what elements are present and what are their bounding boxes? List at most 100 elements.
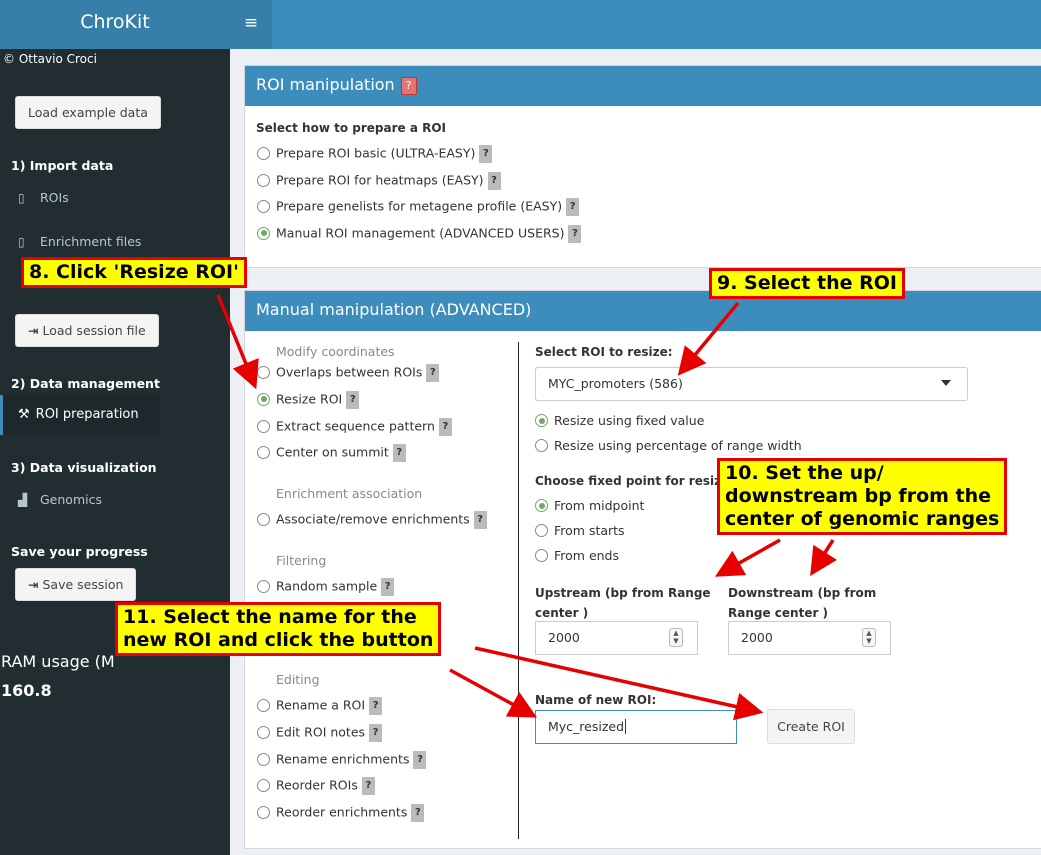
select-roi-label: Select ROI to resize: [535, 345, 673, 359]
action-reorder-enrichments[interactable]: Reorder enrichments? [257, 804, 425, 822]
roi-manipulation-box: ROI manipulation? Select how to prepare … [244, 65, 1041, 268]
spinner-icon[interactable]: ▲ ▼ [669, 628, 683, 647]
resize-mode-percentage[interactable]: Resize using percentage of range width [535, 438, 802, 453]
ram-usage-value: 160.8 [1, 681, 52, 700]
text-cursor [625, 719, 627, 734]
help-icon[interactable]: ? [346, 391, 360, 409]
downstream-value: 2000 [741, 630, 773, 645]
radio-icon [257, 698, 270, 712]
action-rename-roi[interactable]: Rename a ROI? [257, 697, 383, 715]
radio-label: Resize using percentage of range width [554, 438, 802, 453]
radio-icon [257, 752, 270, 766]
help-icon[interactable]: ? [381, 578, 395, 596]
upstream-input[interactable]: 2000 ▲ ▼ [535, 621, 698, 655]
help-icon[interactable]: ? [487, 172, 501, 190]
radio-option-genelists[interactable]: Prepare genelists for metagene profile (… [257, 198, 580, 216]
sidebar-item-enrichment[interactable]: ▯ Enrichment files [18, 234, 141, 249]
radio-icon [535, 439, 548, 452]
radio-option-manual[interactable]: Manual ROI management (ADVANCED USERS)? [257, 225, 582, 243]
radio-label: Edit ROI notes [276, 724, 366, 740]
help-icon[interactable]: ? [361, 777, 375, 795]
radio-icon [257, 365, 270, 379]
callout-step-9: 9. Select the ROI [709, 268, 905, 299]
radio-label: Manual ROI management (ADVANCED USERS) [276, 225, 565, 241]
radio-label: Extract sequence pattern [276, 418, 435, 434]
radio-label: Prepare ROI basic (ULTRA-EASY) [276, 145, 476, 161]
help-icon[interactable]: ? [568, 225, 582, 243]
help-icon[interactable]: ? [566, 198, 580, 216]
create-roi-button[interactable]: Create ROI [767, 709, 855, 744]
action-overlaps[interactable]: Overlaps between ROIs? [257, 364, 440, 382]
sidebar: © Ottavio Croci Load example data 1) Imp… [0, 49, 230, 855]
radio-icon [257, 419, 270, 433]
sidebar-item-roi-preparation[interactable]: ⚒ ROI preparation [0, 395, 160, 435]
help-icon[interactable]: ? [392, 444, 406, 462]
radio-option-basic[interactable]: Prepare ROI basic (ULTRA-EASY)? [257, 145, 493, 163]
radio-icon [257, 146, 270, 160]
downstream-label-line2: Range center ) [728, 606, 829, 620]
radio-label: Center on summit [276, 444, 389, 460]
roi-select[interactable]: MYC_promoters (586) [535, 367, 968, 401]
radio-icon [257, 805, 270, 819]
app-logo[interactable]: ChroKit [0, 0, 230, 49]
radio-icon [257, 445, 270, 459]
radio-icon [257, 226, 270, 240]
action-reorder-rois[interactable]: Reorder ROIs? [257, 777, 375, 795]
spinner-icon[interactable]: ▲ ▼ [862, 628, 876, 647]
radio-icon [535, 414, 548, 427]
hamburger-icon[interactable]: ≡ [230, 0, 272, 49]
action-extract[interactable]: Extract sequence pattern? [257, 418, 452, 436]
help-icon[interactable]: ? [426, 364, 440, 382]
upstream-label-line1: Upstream (bp from Range [535, 586, 711, 600]
action-center[interactable]: Center on summit? [257, 444, 406, 462]
action-resize[interactable]: Resize ROI? [257, 391, 360, 409]
help-icon[interactable]: ? [411, 804, 425, 822]
radio-label: Resize using fixed value [554, 413, 705, 428]
fixed-point-starts[interactable]: From starts [535, 523, 625, 538]
radio-label: Prepare ROI for heatmaps (EASY) [276, 172, 484, 188]
save-session-button[interactable]: ⇥ Save session [15, 568, 137, 601]
radio-icon [535, 549, 548, 562]
action-random-sample[interactable]: Random sample? [257, 578, 395, 596]
radio-icon [257, 778, 270, 792]
load-example-button[interactable]: Load example data [15, 96, 161, 129]
radio-label: Prepare genelists for metagene profile (… [276, 198, 563, 214]
radio-label: Reorder ROIs [276, 777, 358, 793]
action-associate[interactable]: Associate/remove enrichments? [257, 511, 487, 529]
radio-label: Random sample [276, 578, 378, 594]
help-icon[interactable]: ? [473, 511, 487, 529]
radio-option-heatmaps[interactable]: Prepare ROI for heatmaps (EASY)? [257, 172, 501, 190]
downstream-input[interactable]: 2000 ▲ ▼ [728, 621, 891, 655]
ram-usage-label: RAM usage (M [1, 652, 115, 671]
sidebar-item-genomics[interactable]: ▟ Genomics [18, 492, 102, 507]
help-icon[interactable]: ? [413, 751, 427, 769]
box-title: Manual manipulation (ADVANCED) [256, 300, 532, 319]
new-roi-name-input[interactable]: Myc_resized [535, 710, 737, 744]
box-header: ROI manipulation? [245, 66, 1041, 106]
help-icon[interactable]: ? [400, 76, 417, 95]
download-icon: ⇥ [28, 577, 39, 592]
callout-step-10: 10. Set the up/ downstream bp from the c… [717, 458, 1008, 535]
action-rename-enrichments[interactable]: Rename enrichments? [257, 751, 427, 769]
help-icon[interactable]: ? [369, 697, 383, 715]
load-session-button[interactable]: ⇥ Load session file [15, 314, 159, 347]
fixed-point-ends[interactable]: From ends [535, 548, 619, 563]
prepare-prompt: Select how to prepare a ROI [256, 121, 447, 135]
box-header: Manual manipulation (ADVANCED) [245, 291, 1041, 331]
fixed-point-midpoint[interactable]: From midpoint [535, 498, 644, 513]
radio-label: From ends [554, 548, 620, 563]
help-icon[interactable]: ? [479, 145, 493, 163]
help-icon[interactable]: ? [369, 724, 383, 742]
action-edit-notes[interactable]: Edit ROI notes? [257, 724, 383, 742]
radio-label: Reorder enrichments [276, 804, 408, 820]
fixed-point-label: Choose fixed point for resize: [535, 474, 735, 488]
resize-mode-fixed[interactable]: Resize using fixed value [535, 413, 704, 428]
save-heading: Save your progress [11, 544, 148, 559]
group-enrichment: Enrichment association [276, 486, 423, 501]
downstream-label-line1: Downstream (bp from [728, 586, 877, 600]
column-divider [518, 342, 519, 839]
help-icon[interactable]: ? [438, 418, 452, 436]
app-title: ChroKit [80, 11, 150, 33]
sidebar-item-rois[interactable]: ▯ ROIs [18, 190, 69, 205]
radio-icon [257, 725, 270, 739]
